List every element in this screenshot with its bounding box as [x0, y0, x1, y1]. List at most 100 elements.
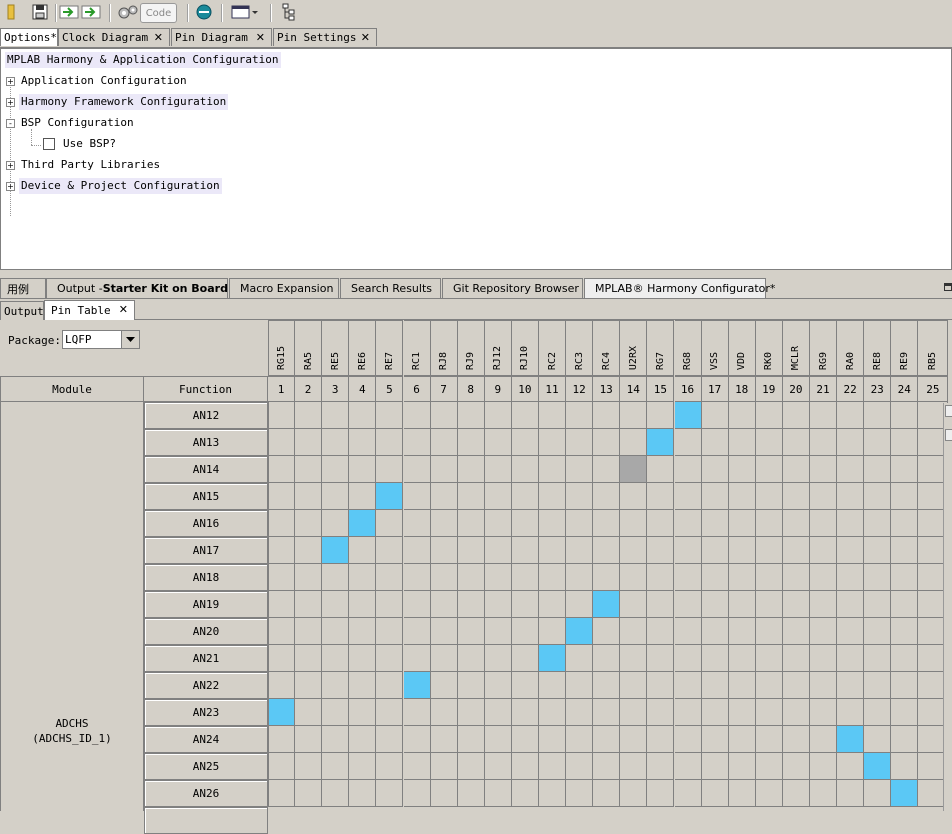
pin-cell[interactable] — [295, 672, 323, 699]
pin-cell[interactable] — [674, 645, 702, 672]
pin-cell[interactable] — [484, 402, 512, 429]
pin-cell[interactable] — [620, 483, 648, 510]
pin-name-header[interactable]: RE8 — [864, 320, 892, 376]
pin-cell[interactable] — [810, 780, 837, 807]
pin-cell[interactable] — [511, 645, 539, 672]
pin-cell[interactable] — [430, 483, 458, 510]
pin-cell[interactable] — [376, 429, 404, 456]
pin-cell[interactable] — [322, 483, 350, 510]
pin-cell[interactable] — [349, 672, 377, 699]
pin-cell[interactable] — [837, 564, 865, 591]
pin-cell-assigned[interactable] — [268, 699, 295, 726]
pin-cell[interactable] — [539, 564, 566, 591]
pin-cell[interactable] — [457, 429, 485, 456]
tab-harmony-configurator[interactable]: MPLAB® Harmony Configurator* — [584, 278, 775, 298]
pin-cell[interactable] — [484, 780, 512, 807]
pin-cell[interactable] — [295, 591, 323, 618]
pin-name-header[interactable]: RJ8 — [430, 320, 458, 376]
pin-cell[interactable] — [295, 510, 323, 537]
pin-cell[interactable] — [810, 402, 837, 429]
pin-cell[interactable] — [511, 537, 539, 564]
pin-cell[interactable] — [430, 672, 458, 699]
pin-cell[interactable] — [647, 510, 675, 537]
pin-cell[interactable] — [620, 645, 648, 672]
pin-cell[interactable] — [403, 456, 431, 483]
pin-cell[interactable] — [674, 483, 702, 510]
pin-cell[interactable] — [782, 726, 810, 753]
pin-cell[interactable] — [647, 564, 675, 591]
pin-cell[interactable] — [891, 699, 919, 726]
pin-cell[interactable] — [701, 537, 729, 564]
pin-cell[interactable] — [810, 456, 837, 483]
function-cell[interactable]: AN19 — [144, 591, 268, 618]
pin-cell-assigned[interactable] — [837, 726, 865, 753]
close-icon[interactable]: ✕ — [154, 31, 163, 44]
close-icon[interactable]: ✕ — [256, 31, 265, 44]
pin-cell[interactable] — [376, 402, 404, 429]
pin-cell[interactable] — [864, 672, 892, 699]
pin-cell-assigned[interactable] — [593, 591, 621, 618]
pin-cell[interactable] — [268, 564, 295, 591]
pin-cell[interactable] — [322, 726, 350, 753]
pin-cell[interactable] — [268, 402, 295, 429]
pin-name-header[interactable]: RC3 — [566, 320, 594, 376]
pin-cell[interactable] — [728, 699, 756, 726]
pin-cell[interactable] — [728, 645, 756, 672]
pin-cell[interactable] — [593, 483, 621, 510]
pin-cell[interactable] — [837, 645, 865, 672]
tab-output[interactable]: Output — [0, 301, 44, 320]
pin-cell[interactable] — [511, 510, 539, 537]
pin-cell[interactable] — [864, 699, 892, 726]
pin-cell[interactable] — [539, 726, 566, 753]
pin-cell[interactable] — [403, 429, 431, 456]
pin-cell[interactable] — [349, 564, 377, 591]
pin-cell[interactable] — [566, 402, 594, 429]
pin-cell[interactable] — [701, 753, 729, 780]
tab-options[interactable]: Options* — [0, 28, 58, 46]
pin-cell[interactable] — [647, 753, 675, 780]
pin-cell[interactable] — [647, 591, 675, 618]
pin-cell[interactable] — [837, 753, 865, 780]
pin-cell[interactable] — [620, 402, 648, 429]
pin-cell[interactable] — [376, 726, 404, 753]
pin-cell[interactable] — [322, 402, 350, 429]
pin-cell[interactable] — [701, 402, 729, 429]
pin-cell[interactable] — [403, 645, 431, 672]
pin-cell[interactable] — [701, 564, 729, 591]
pin-cell[interactable] — [701, 456, 729, 483]
pin-cell[interactable] — [837, 483, 865, 510]
pin-cell[interactable] — [268, 618, 295, 645]
pin-cell[interactable] — [295, 618, 323, 645]
pin-cell[interactable] — [268, 753, 295, 780]
pin-cell[interactable] — [566, 510, 594, 537]
pin-cell[interactable] — [593, 402, 621, 429]
pin-cell[interactable] — [755, 726, 783, 753]
function-cell[interactable]: AN16 — [144, 510, 268, 537]
pin-name-header[interactable]: RE5 — [322, 320, 350, 376]
tab-git-repository-browser[interactable]: Git Repository Browser — [442, 278, 583, 298]
pin-cell[interactable] — [837, 699, 865, 726]
pin-cell[interactable] — [864, 456, 892, 483]
pin-cell[interactable] — [484, 618, 512, 645]
pin-cell[interactable] — [810, 537, 837, 564]
pin-cell[interactable] — [837, 456, 865, 483]
pin-cell[interactable] — [511, 672, 539, 699]
pin-cell[interactable] — [403, 753, 431, 780]
pin-cell[interactable] — [322, 780, 350, 807]
pin-cell[interactable] — [457, 537, 485, 564]
pin-cell[interactable] — [674, 456, 702, 483]
pin-cell[interactable] — [674, 537, 702, 564]
pin-cell[interactable] — [539, 456, 566, 483]
pin-cell[interactable] — [376, 510, 404, 537]
pin-name-header[interactable]: RJ10 — [511, 320, 539, 376]
pin-cell[interactable] — [810, 672, 837, 699]
pin-cell[interactable] — [755, 537, 783, 564]
tab-pin-table[interactable]: Pin Table ✕ — [44, 300, 135, 320]
pin-cell[interactable] — [674, 510, 702, 537]
pin-cell[interactable] — [457, 780, 485, 807]
pin-cell[interactable] — [593, 645, 621, 672]
pin-cell[interactable] — [593, 456, 621, 483]
pin-cell[interactable] — [403, 699, 431, 726]
pin-cell[interactable] — [810, 429, 837, 456]
pin-cell[interactable] — [403, 564, 431, 591]
